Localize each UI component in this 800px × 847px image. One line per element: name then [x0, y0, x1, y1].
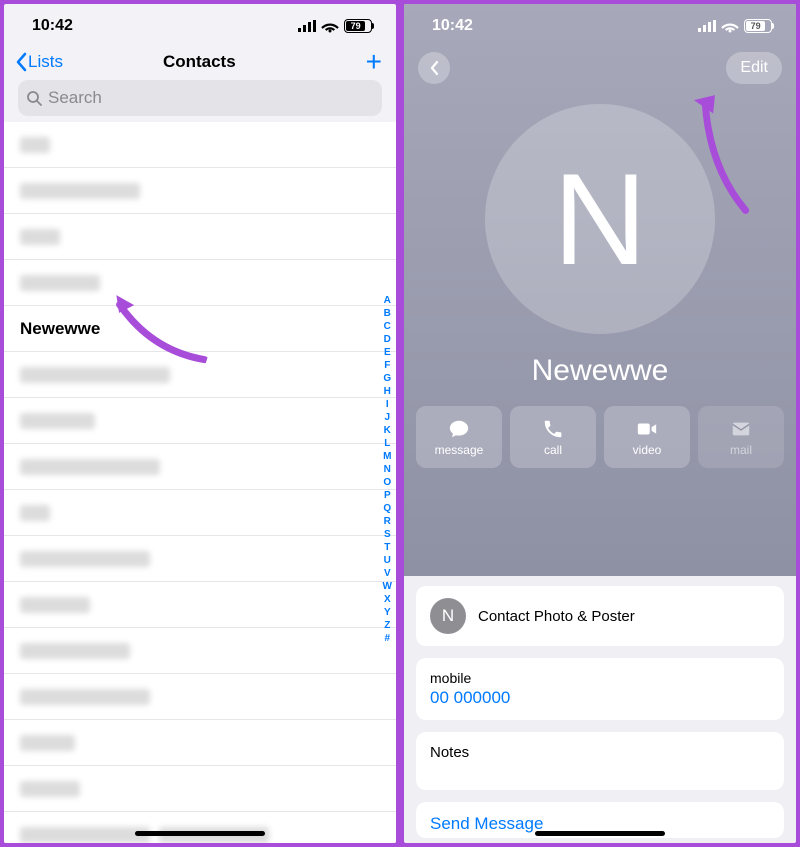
contact-list[interactable]: Newewwe: [4, 122, 396, 843]
index-letter[interactable]: F: [381, 359, 394, 372]
status-time: 10:42: [32, 17, 73, 35]
list-item[interactable]: [4, 398, 396, 444]
list-item[interactable]: [4, 536, 396, 582]
phone-type-label: mobile: [430, 670, 770, 686]
list-item[interactable]: [4, 766, 396, 812]
home-indicator[interactable]: [535, 831, 665, 836]
phone-icon: [542, 418, 564, 440]
list-item[interactable]: [4, 444, 396, 490]
avatar-initial: N: [553, 144, 647, 294]
mail-button: mail: [698, 406, 784, 468]
contact-hero: 10:42 79 Edit N Newewwe: [404, 4, 796, 576]
edit-label: Edit: [740, 59, 768, 77]
search-input[interactable]: Search: [18, 80, 382, 116]
action-label: video: [633, 443, 662, 457]
action-label: mail: [730, 443, 752, 457]
search-placeholder: Search: [48, 88, 102, 108]
home-indicator[interactable]: [135, 831, 265, 836]
index-letter[interactable]: C: [381, 320, 394, 333]
list-item[interactable]: [4, 122, 396, 168]
contact-photo-poster-row[interactable]: N Contact Photo & Poster: [416, 586, 784, 646]
contact-name: Newewwe: [404, 354, 796, 388]
action-label: call: [544, 443, 562, 457]
notes-label: Notes: [430, 744, 770, 761]
video-button[interactable]: video: [604, 406, 690, 468]
list-item[interactable]: [4, 674, 396, 720]
contact-detail-screen: 10:42 79 Edit N Newewwe: [404, 4, 796, 843]
action-row: message call video mail: [404, 388, 796, 468]
contacts-list-screen: 10:42 79 Lists Contacts + Search Newewwe: [4, 4, 396, 843]
mini-avatar: N: [430, 598, 466, 634]
index-letter[interactable]: N: [381, 463, 394, 476]
page-title: Contacts: [33, 52, 366, 72]
contact-name-label: Newewwe: [20, 319, 100, 339]
photo-poster-label: Contact Photo & Poster: [478, 608, 635, 625]
cellular-icon: [698, 20, 716, 32]
wifi-icon: [321, 20, 339, 33]
index-letter[interactable]: S: [381, 528, 394, 541]
back-button[interactable]: [418, 52, 450, 84]
message-icon: [448, 418, 470, 440]
mail-icon: [730, 418, 752, 440]
chevron-left-icon: [429, 60, 439, 76]
cellular-icon: [298, 20, 316, 32]
index-letter[interactable]: G: [381, 372, 394, 385]
index-letter[interactable]: Z: [381, 619, 394, 632]
index-letter[interactable]: Y: [381, 606, 394, 619]
index-letter[interactable]: T: [381, 541, 394, 554]
list-item[interactable]: [4, 260, 396, 306]
notes-field[interactable]: Notes: [416, 732, 784, 790]
battery-icon: 79: [744, 19, 772, 33]
index-letter[interactable]: X: [381, 593, 394, 606]
index-letter[interactable]: #: [381, 632, 394, 645]
list-item[interactable]: [4, 628, 396, 674]
list-item[interactable]: [4, 812, 396, 843]
index-letter[interactable]: A: [381, 294, 394, 307]
index-letter[interactable]: K: [381, 424, 394, 437]
battery-icon: 79: [344, 19, 372, 33]
alphabet-index[interactable]: ABCDEFGHIJKLMNOPQRSTUVWXYZ#: [381, 294, 394, 645]
call-button[interactable]: call: [510, 406, 596, 468]
nav-bar: Lists Contacts +: [4, 48, 396, 80]
index-letter[interactable]: R: [381, 515, 394, 528]
index-letter[interactable]: O: [381, 476, 394, 489]
list-item[interactable]: [4, 720, 396, 766]
index-letter[interactable]: B: [381, 307, 394, 320]
index-letter[interactable]: D: [381, 333, 394, 346]
contact-avatar[interactable]: N: [485, 104, 715, 334]
list-item[interactable]: [4, 582, 396, 628]
phone-field[interactable]: mobile 00 000000: [416, 658, 784, 720]
action-label: message: [435, 443, 484, 457]
index-letter[interactable]: J: [381, 411, 394, 424]
index-letter[interactable]: I: [381, 398, 394, 411]
status-bar: 10:42 79: [404, 4, 796, 48]
status-time: 10:42: [432, 17, 473, 35]
list-item[interactable]: [4, 168, 396, 214]
search-icon: [26, 90, 42, 106]
list-item[interactable]: [4, 352, 396, 398]
index-letter[interactable]: L: [381, 437, 394, 450]
index-letter[interactable]: M: [381, 450, 394, 463]
detail-cards: N Contact Photo & Poster mobile 00 00000…: [404, 576, 796, 843]
wifi-icon: [721, 20, 739, 33]
edit-button[interactable]: Edit: [726, 52, 782, 84]
index-letter[interactable]: W: [381, 580, 394, 593]
list-item[interactable]: [4, 490, 396, 536]
video-icon: [636, 418, 658, 440]
add-contact-button[interactable]: +: [366, 52, 382, 72]
index-letter[interactable]: H: [381, 385, 394, 398]
index-letter[interactable]: Q: [381, 502, 394, 515]
chevron-left-icon: [14, 52, 28, 72]
index-letter[interactable]: U: [381, 554, 394, 567]
index-letter[interactable]: E: [381, 346, 394, 359]
phone-number: 00 000000: [430, 688, 770, 708]
list-item-selected[interactable]: Newewwe: [4, 306, 396, 352]
index-letter[interactable]: V: [381, 567, 394, 580]
index-letter[interactable]: P: [381, 489, 394, 502]
list-item[interactable]: [4, 214, 396, 260]
detail-nav: Edit: [404, 48, 796, 88]
message-button[interactable]: message: [416, 406, 502, 468]
status-bar: 10:42 79: [4, 4, 396, 48]
